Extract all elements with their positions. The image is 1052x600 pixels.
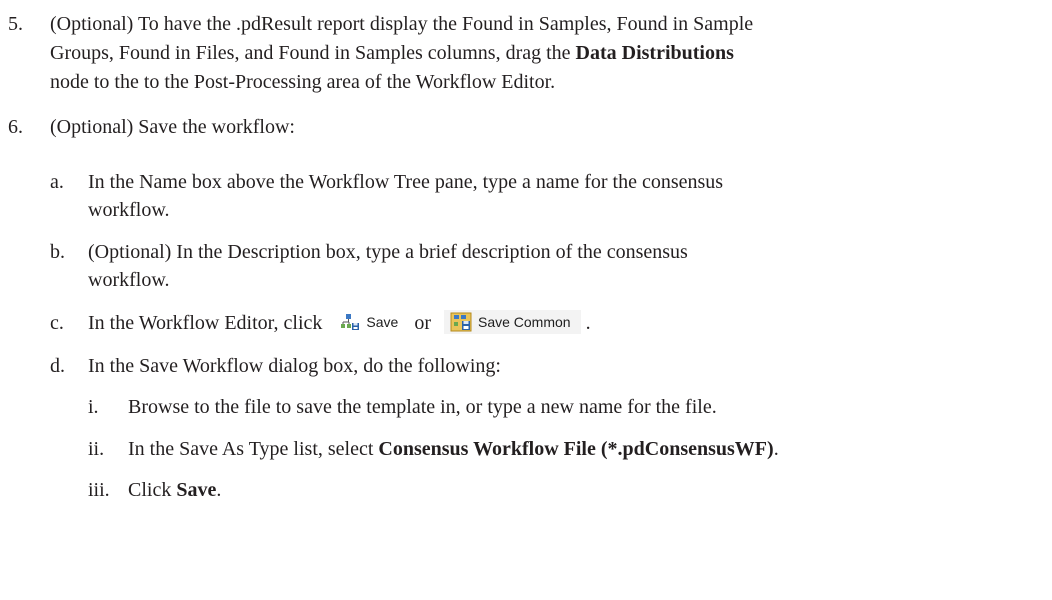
substep-iii-text: Click: [128, 479, 177, 501]
substep-a-line-1: In the Name box above the Workflow Tree …: [88, 171, 724, 193]
substep-label: b.: [50, 241, 65, 263]
document-page: 5. (Optional) To have the .pdResult repo…: [0, 0, 1052, 600]
save-common-button-label: Save Common: [477, 314, 571, 331]
substep-ii-line: In the Save As Type list, select Consens…: [128, 435, 779, 463]
substep-b-line-1: (Optional) In the Description box, type …: [88, 241, 688, 263]
substep-label: i.: [88, 396, 99, 418]
step-number: 6.: [8, 116, 23, 138]
save-common-button[interactable]: Save Common: [443, 310, 581, 335]
data-distributions-term: Data Distributions: [575, 42, 734, 64]
substep-label: d.: [50, 355, 65, 377]
substep-ii-period: .: [773, 438, 779, 460]
substep-i-text: Browse to the file to save the template …: [128, 396, 717, 418]
substep-c-text: In the Workflow Editor, click: [88, 312, 323, 334]
save-button-label: Save: [366, 314, 399, 331]
step-number: 5.: [8, 13, 23, 35]
substep-ii-text: In the Save As Type list, select: [128, 438, 379, 460]
substep-b-line-2: workflow.: [88, 269, 170, 291]
substep-label: iii.: [88, 479, 110, 501]
workflow-save-common-icon: [450, 312, 472, 332]
save-button[interactable]: Save: [335, 310, 401, 334]
step-5-line-3: node to the to the Post-Processing area …: [50, 71, 556, 93]
substep-c-line: In the Workflow Editor, click Save or Sa…: [88, 309, 591, 337]
substep-label: a.: [50, 171, 64, 193]
substep-label: ii.: [88, 438, 105, 460]
substep-c-period: .: [585, 312, 591, 334]
substep-a-line-2: workflow.: [88, 199, 170, 221]
step-5-line-2: Groups, Found in Files, and Found in Sam…: [50, 39, 734, 67]
step-5-line-1: (Optional) To have the .pdResult report …: [50, 13, 754, 35]
step-6-text: (Optional) Save the workflow:: [50, 116, 295, 138]
save-term: Save: [176, 479, 217, 501]
file-type-term: Consensus Workflow File (*.pdConsensusWF…: [378, 438, 774, 460]
or-text: or: [414, 312, 431, 334]
step-5-line-2-text: Groups, Found in Files, and Found in Sam…: [50, 42, 576, 64]
workflow-save-icon: [338, 312, 360, 332]
substep-iii-period: .: [216, 479, 222, 501]
substep-iii-line: Click Save.: [128, 476, 221, 504]
substep-label: c.: [50, 312, 64, 334]
substep-d-text: In the Save Workflow dialog box, do the …: [88, 355, 501, 377]
